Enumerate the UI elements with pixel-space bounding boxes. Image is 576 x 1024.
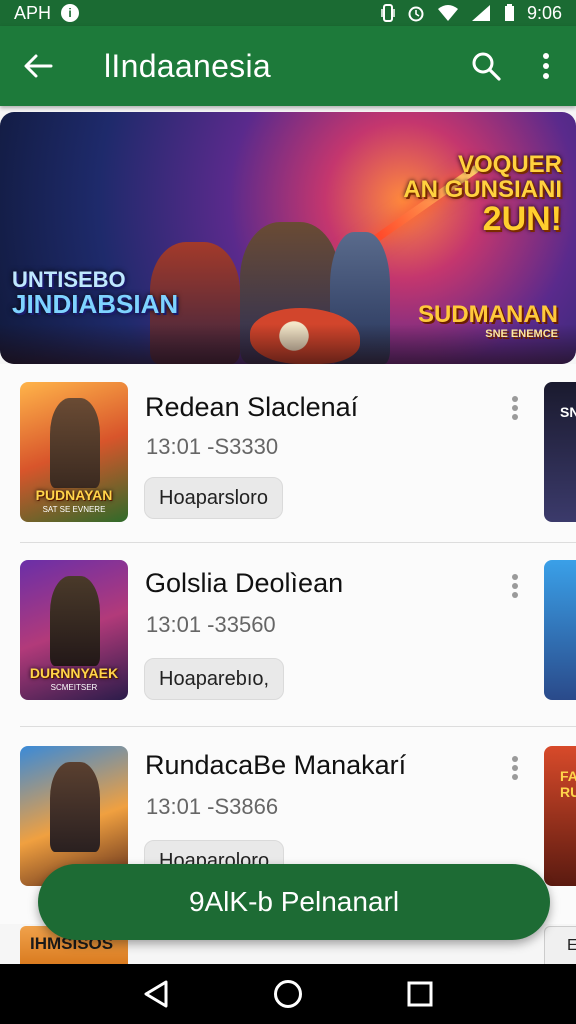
item-meta: 13:01 -33560 xyxy=(146,612,276,637)
divider xyxy=(20,542,576,543)
banner-logo-right-line: AN GUNSIANI xyxy=(403,176,562,204)
battery-icon xyxy=(504,4,514,21)
alarm-icon xyxy=(408,6,424,22)
primary-action-button[interactable]: 9AlK-b Pelnanarl xyxy=(38,864,550,940)
wifi-icon xyxy=(437,5,458,21)
item-chip[interactable]: Hoaparebıo, xyxy=(144,658,285,700)
thumbnail-character xyxy=(50,762,100,852)
info-circle-icon: i xyxy=(61,4,80,22)
home-circle-icon xyxy=(274,980,302,1008)
item-more-button[interactable] xyxy=(500,566,530,606)
nav-recents-button[interactable] xyxy=(390,964,450,1024)
thumbnail-character xyxy=(50,576,100,666)
back-triangle-icon xyxy=(144,980,168,1008)
thumbnail-caption: PUDNAYAN xyxy=(35,487,113,503)
item-title: Golslia Deolìean xyxy=(145,568,344,598)
item-chip[interactable]: Hoaparsloro xyxy=(144,477,283,519)
banner-logo-bottom-right: SUDMANAN SNE ENEMCE xyxy=(418,301,558,341)
list-item[interactable]: PUDNAYAN SAT SE EVNERE Redean Slaclenaí … xyxy=(0,364,576,546)
status-bar: APH i 9:06 xyxy=(0,0,576,26)
item-more-button[interactable] xyxy=(500,748,530,788)
overflow-menu-button[interactable] xyxy=(516,26,576,106)
item-meta: 13:01 -S3866 xyxy=(146,794,279,819)
recents-square-icon xyxy=(407,981,433,1007)
banner-logo-right-line: VOQUER xyxy=(457,151,562,178)
status-time: 9:06 xyxy=(526,2,562,23)
banner-logo-right-line: 2UN! xyxy=(482,200,562,239)
content-list: PUDNAYAN SAT SE EVNERE Redean Slaclenaí … xyxy=(0,364,576,924)
carrier-label: APH xyxy=(14,2,52,23)
next-card-peek[interactable]: E xyxy=(544,926,576,966)
thumbnail-caption: DURNNYAEK xyxy=(29,665,119,681)
banner-logo-left: UNTISEBO JINDIABSIAN xyxy=(12,268,178,318)
nav-home-button[interactable] xyxy=(258,964,318,1024)
more-vert-icon xyxy=(512,756,518,780)
item-title: Redean Slaclenaí xyxy=(145,392,359,422)
app-bar: lIndaanesia xyxy=(0,26,576,106)
item-meta: 13:01 -S3330 xyxy=(146,434,279,459)
signal-icon xyxy=(471,5,490,21)
peek-label: SN xyxy=(560,404,576,420)
more-vert-icon xyxy=(512,574,518,598)
banner-logo-br-line: SUDMANAN xyxy=(418,301,558,328)
peek-label: E xyxy=(567,937,576,954)
thumbnail-subcaption: SCMEITSER xyxy=(50,683,98,692)
item-thumbnail: PUDNAYAN SAT SE EVNERE xyxy=(20,382,128,522)
search-button[interactable] xyxy=(456,26,516,106)
peek-label: FA RU xyxy=(560,768,576,800)
banner-logo-left-line: JINDIABSIAN xyxy=(12,289,179,320)
banner-logo-left-line: UNTISEBO xyxy=(12,267,126,292)
next-card-peek[interactable]: SN xyxy=(544,382,576,522)
search-icon xyxy=(472,52,501,81)
banner-logo-right: VOQUER AN GUNSIANI 2UN! xyxy=(403,152,562,238)
vibrate-icon xyxy=(381,4,395,22)
next-card-peek[interactable]: FA RU xyxy=(544,746,576,886)
promo-banner[interactable]: UNTISEBO JINDIABSIAN VOQUER AN GUNSIANI … xyxy=(0,112,576,364)
more-vert-icon xyxy=(543,53,549,79)
item-title: RundacaBe Manakarí xyxy=(145,750,407,780)
thumbnail-character xyxy=(50,398,100,488)
item-more-button[interactable] xyxy=(500,388,530,428)
next-card-peek[interactable] xyxy=(544,560,576,700)
system-nav-bar xyxy=(0,964,576,1024)
back-button[interactable] xyxy=(0,26,76,106)
divider xyxy=(20,726,576,727)
thumbnail-subcaption: SAT SE EVNERE xyxy=(42,505,106,514)
more-vert-icon xyxy=(512,396,518,420)
arrow-left-icon xyxy=(24,54,53,78)
item-thumbnail: DURNNYAEK SCMEITSER xyxy=(20,560,128,700)
page-title: lIndaanesia xyxy=(104,47,271,84)
banner-logo-br-line: SNE ENEMCE xyxy=(485,328,558,341)
nav-back-button[interactable] xyxy=(126,964,186,1024)
list-item[interactable]: DURNNYAEK SCMEITSER Golslia Deolìean 13:… xyxy=(0,546,576,728)
